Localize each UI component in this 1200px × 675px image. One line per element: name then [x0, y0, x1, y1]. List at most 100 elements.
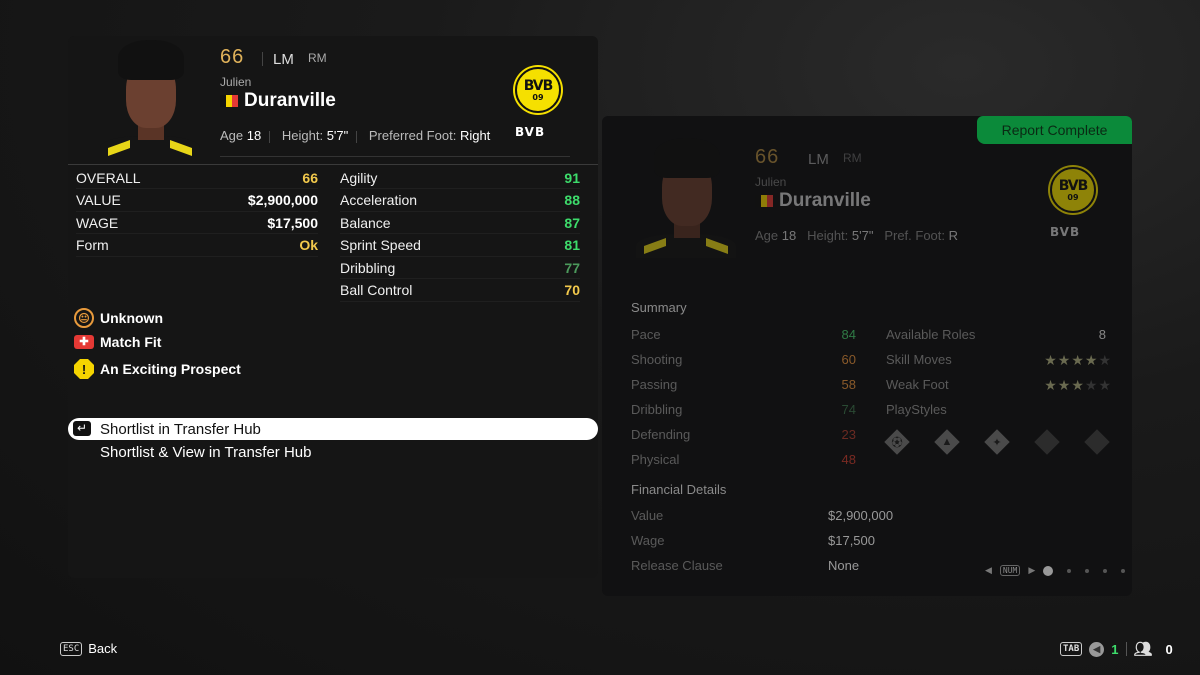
financial-label: Wage — [631, 533, 665, 548]
scout-count: 1 — [1111, 641, 1119, 657]
attribute-value: 91 — [564, 169, 580, 186]
star-empty-icon: ★ — [1098, 352, 1112, 368]
action-item[interactable]: Shortlist & View in Transfer Hub — [68, 441, 598, 463]
warning-icon: ! — [74, 359, 94, 379]
club-abbreviation: BVB — [515, 125, 546, 139]
attribute-row: Balance 87 — [340, 212, 580, 234]
attribute-label: Sprint Speed — [340, 237, 421, 253]
player-portrait — [100, 40, 200, 160]
star-filled-icon: ★ — [1044, 377, 1058, 393]
height-value: 5'7" — [326, 128, 349, 143]
page-dot[interactable] — [1103, 568, 1108, 573]
overview-stat-row: OVERALL 66 — [76, 167, 318, 189]
players-count: 0 — [1165, 641, 1173, 657]
playstyles-row: PlayStyles — [886, 402, 947, 417]
report-height-label: Height: — [807, 228, 849, 243]
financial-row: Wage $17,500 — [631, 533, 931, 548]
summary-label: Pace — [631, 327, 661, 342]
financial-label: Release Clause — [631, 558, 723, 573]
player-last-name: Duranville — [244, 90, 336, 111]
status-label: An Exciting Prospect — [100, 361, 241, 377]
financial-value: $17,500 — [828, 533, 875, 548]
summary-row: Defending 23 — [631, 427, 856, 442]
summary-label: Physical — [631, 452, 680, 467]
attribute-label: Ball Control — [340, 282, 413, 298]
position-alt: RM — [308, 51, 327, 65]
attribute-label: Agility — [340, 169, 378, 186]
attribute-value: 88 — [564, 192, 580, 208]
report-pager[interactable]: ◀ NUM ▶ — [985, 565, 1126, 576]
summary-row: Pace 84 — [631, 327, 856, 342]
stat-value: Ok — [299, 237, 318, 253]
summary-value: 60 — [841, 352, 856, 367]
player-rating: 66 — [220, 46, 245, 68]
overview-stat-row: Form Ok — [76, 235, 318, 257]
status-row: ! An Exciting Prospect — [74, 359, 241, 379]
foot-label: Preferred Foot: — [368, 128, 457, 143]
page-dot[interactable] — [1121, 568, 1126, 573]
report-position-alt: RM — [843, 151, 862, 165]
report-age-value: 18 — [781, 228, 797, 243]
summary-row: Physical 48 — [631, 452, 856, 467]
summary-value: 48 — [841, 452, 856, 467]
summary-row: Passing 58 — [631, 377, 856, 392]
players-icon: 👥︎ — [1133, 641, 1153, 658]
stat-value: 66 — [302, 169, 318, 186]
summary-row: Dribbling 74 — [631, 402, 856, 417]
summary-label: Defending — [631, 427, 691, 442]
rating-divider — [262, 52, 263, 66]
overview-stat-row: WAGE $17,500 — [76, 212, 318, 234]
stat-value: $17,500 — [267, 214, 318, 231]
age-value: 18 — [246, 128, 262, 143]
report-player-portrait — [636, 138, 736, 258]
playstyles-label: PlayStyles — [886, 402, 947, 417]
financial-value: $2,900,000 — [828, 508, 894, 523]
back-button[interactable]: ESC Back — [60, 641, 117, 656]
stat-value: $2,900,000 — [247, 192, 318, 208]
summary-label: Dribbling — [631, 402, 683, 417]
back-label: Back — [88, 641, 118, 656]
pager-prev-icon[interactable]: ◀ — [985, 565, 992, 576]
belgium-flag-icon — [220, 95, 238, 107]
tab-key-icon[interactable]: TAB — [1060, 642, 1083, 656]
available-roles-value: 8 — [1098, 327, 1106, 342]
report-height-value: 5'7" — [851, 228, 874, 243]
weak-foot-row: Weak Foot ★★★★★ — [886, 377, 1112, 394]
action-item[interactable]: ↵ Shortlist in Transfer Hub — [68, 418, 598, 440]
financial-title: Financial Details — [631, 482, 727, 497]
report-meta: Age 18 Height: 5'7" Pref. Foot: R — [755, 228, 958, 243]
report-complete-badge: Report Complete — [977, 116, 1132, 144]
header-divider — [220, 156, 570, 157]
height-label: Height: — [281, 128, 324, 143]
first-touch-icon[interactable]: ⚽︎ — [884, 429, 910, 455]
star-filled-icon: ★ — [1071, 352, 1085, 368]
summary-value: 84 — [841, 327, 856, 342]
weak-foot-stars: ★★★★★ — [1044, 377, 1112, 394]
overview-stat-row: VALUE $2,900,000 — [76, 190, 318, 212]
star-filled-icon: ★ — [1044, 352, 1058, 368]
star-empty-icon: ★ — [1098, 377, 1112, 393]
star-filled-icon: ★ — [1057, 377, 1072, 393]
enter-key-icon: ↵ — [73, 421, 91, 436]
attribute-value: 87 — [564, 214, 580, 231]
report-rating: 66 — [755, 146, 780, 168]
scout-icon: ◀ — [1089, 641, 1105, 657]
position-main: LM — [273, 51, 294, 68]
stats-divider — [68, 164, 598, 165]
pager-next-icon[interactable]: ▶ — [1028, 565, 1035, 576]
technical-icon[interactable]: ✦ — [984, 429, 1010, 455]
summary-value: 74 — [841, 402, 856, 417]
foot-value: Right — [459, 128, 491, 143]
star-filled-icon: ★ — [1057, 352, 1072, 368]
attribute-row: Ball Control 70 — [340, 280, 580, 302]
rapid-icon[interactable]: ▲ — [934, 429, 960, 455]
attribute-label: Balance — [340, 214, 391, 231]
financial-row: Value $2,900,000 — [631, 508, 931, 523]
page-dot[interactable] — [1067, 568, 1072, 573]
action-label: Shortlist in Transfer Hub — [100, 420, 261, 438]
page-dot[interactable] — [1043, 565, 1054, 576]
page-dot[interactable] — [1085, 568, 1090, 573]
attribute-row: Acceleration 88 — [340, 190, 580, 212]
skill-moves-stars: ★★★★★ — [1044, 352, 1112, 369]
financial-row: Release Clause None — [631, 558, 931, 573]
